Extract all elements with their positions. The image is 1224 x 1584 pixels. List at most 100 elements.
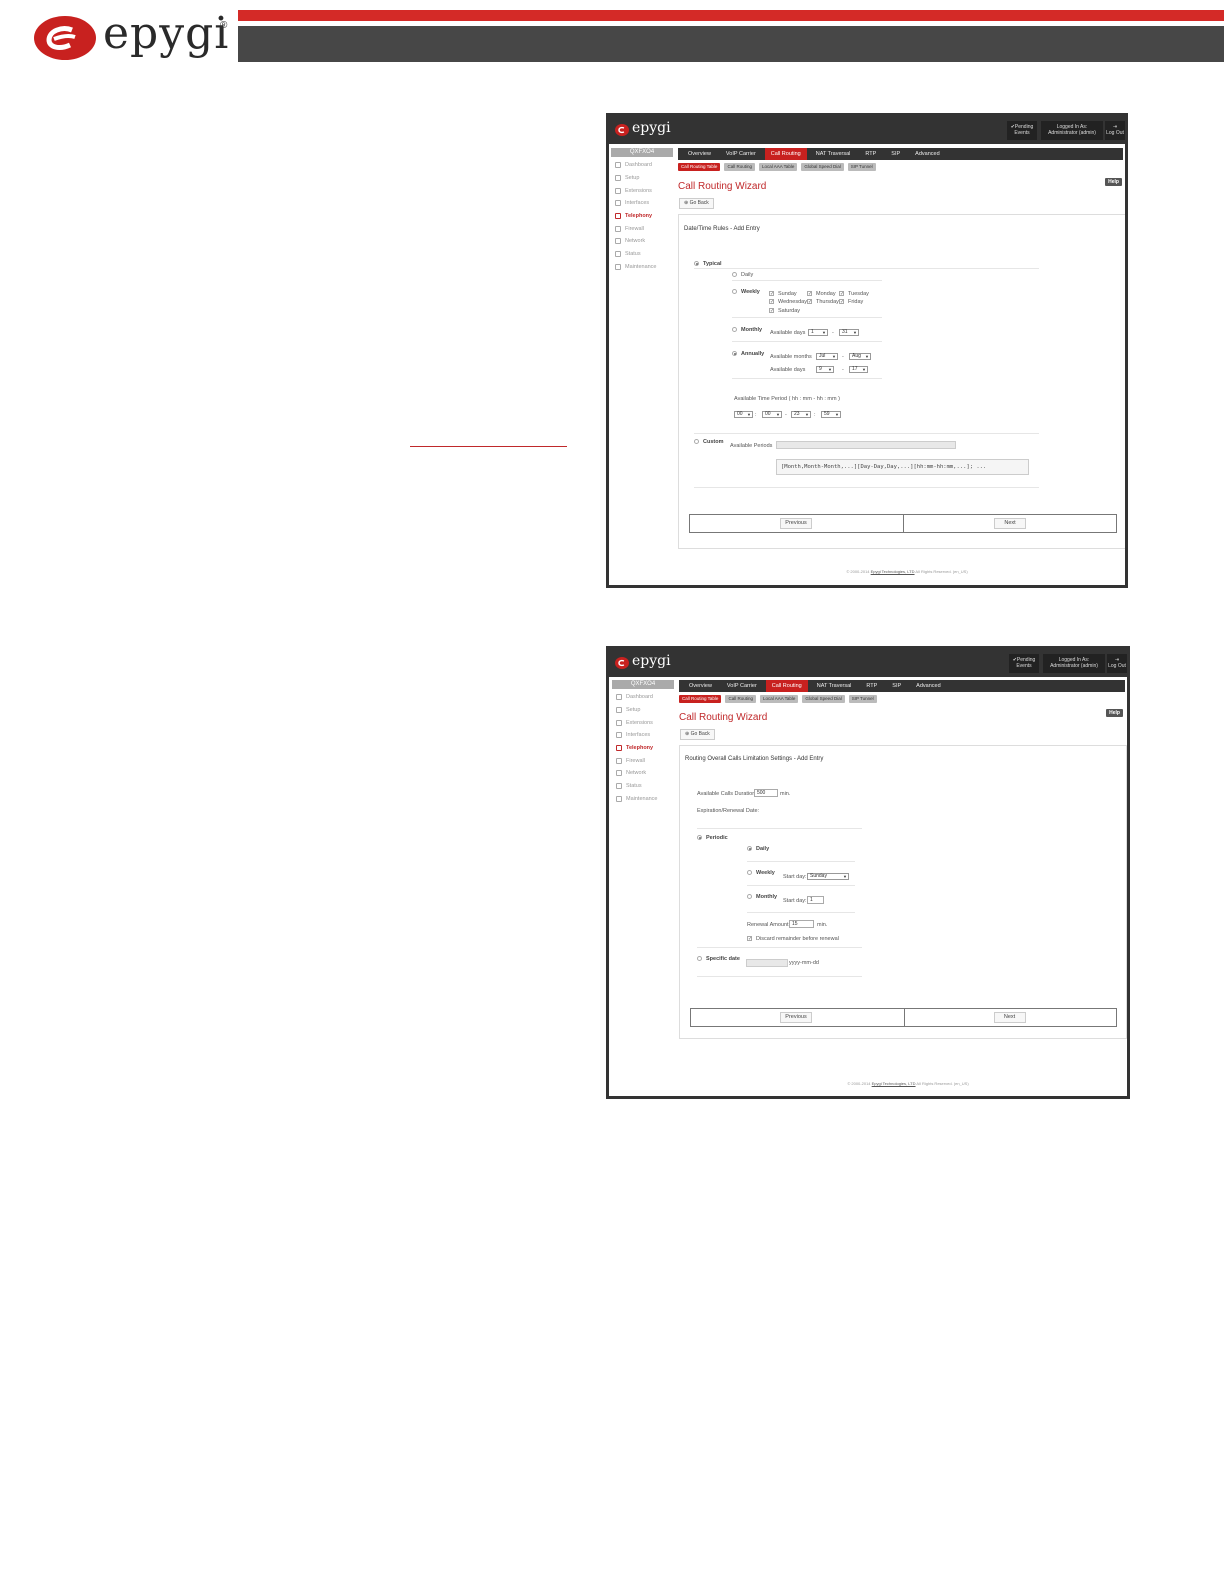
help-button[interactable]: Help bbox=[1106, 709, 1123, 717]
weekly-radio[interactable] bbox=[747, 870, 752, 875]
time-from-hour-select[interactable]: 00 bbox=[734, 411, 753, 418]
sidebar-item-maintenance[interactable]: Maintenance bbox=[611, 261, 673, 274]
next-button[interactable]: Next bbox=[994, 518, 1026, 529]
monthly-day-to-select[interactable]: 31 bbox=[839, 329, 859, 336]
footer-link[interactable]: Epygi Technologies, LTD bbox=[872, 1081, 916, 1086]
sidebar-item-label: Maintenance bbox=[626, 795, 658, 802]
subtab-global-speed-dial[interactable]: Global Speed Dial bbox=[802, 695, 845, 703]
sidebar-item-dashboard[interactable]: Dashboard bbox=[611, 159, 673, 172]
monthly-radio[interactable] bbox=[747, 894, 752, 899]
sidebar-item-telephony[interactable]: Telephony bbox=[611, 210, 673, 223]
sidebar-item-firewall[interactable]: Firewall bbox=[611, 222, 673, 235]
weekly-radio[interactable] bbox=[732, 289, 737, 294]
sidebar-item-firewall[interactable]: Firewall bbox=[612, 754, 674, 767]
pending-events-button[interactable]: ✔Pending Events bbox=[1009, 654, 1039, 673]
previous-button[interactable]: Previous bbox=[780, 518, 812, 529]
typical-radio[interactable] bbox=[694, 261, 699, 266]
available-periods-input[interactable] bbox=[776, 441, 956, 449]
months-from-select[interactable]: Jul bbox=[816, 353, 838, 360]
daily-radio[interactable] bbox=[747, 846, 752, 851]
tab-sip[interactable]: SIP bbox=[886, 680, 907, 692]
pending-events-button[interactable]: ✔Pending Events bbox=[1007, 121, 1037, 140]
time-to-hour-select[interactable]: 23 bbox=[791, 411, 811, 418]
help-button[interactable]: Help bbox=[1105, 178, 1122, 186]
wednesday-checkbox[interactable]: ✓ bbox=[769, 299, 774, 305]
annual-day-to-select[interactable]: 17 bbox=[849, 366, 868, 373]
discard-remainder-checkbox[interactable]: ✓ bbox=[747, 936, 752, 942]
range-dash: - bbox=[842, 354, 844, 360]
subtab-call-routing-table[interactable]: Call Routing Table bbox=[678, 163, 721, 171]
sidebar-item-interfaces[interactable]: Interfaces bbox=[612, 729, 674, 742]
sidebar-item-telephony[interactable]: Telephony bbox=[612, 742, 674, 755]
tab-rtp[interactable]: RTP bbox=[859, 148, 882, 160]
subtab-sip-tunnel[interactable]: SIP Tunnel bbox=[847, 163, 876, 171]
saturday-checkbox[interactable]: ✓ bbox=[769, 308, 774, 314]
sunday-checkbox[interactable]: ✓ bbox=[769, 291, 774, 297]
annually-radio[interactable] bbox=[732, 351, 737, 356]
tab-advanced[interactable]: Advanced bbox=[909, 148, 945, 160]
sidebar-item-status[interactable]: Status bbox=[612, 780, 674, 793]
sidebar-item-interfaces[interactable]: Interfaces bbox=[611, 197, 673, 210]
renewal-amount-label: Renewal Amount: bbox=[747, 922, 791, 928]
footer-link[interactable]: Epygi Technologies, LTD bbox=[871, 569, 915, 574]
sidebar-item-extensions[interactable]: Extensions bbox=[611, 184, 673, 197]
monthly-start-day-input[interactable]: 1 bbox=[807, 896, 824, 904]
subtab-global-speed-dial[interactable]: Global Speed Dial bbox=[801, 163, 844, 171]
sidebar-item-network[interactable]: Network bbox=[612, 767, 674, 780]
sidebar-item-setup[interactable]: Setup bbox=[611, 172, 673, 185]
daily-radio[interactable] bbox=[732, 272, 737, 277]
friday-checkbox[interactable]: ✓ bbox=[839, 299, 844, 305]
tab-rtp[interactable]: RTP bbox=[860, 680, 883, 692]
tuesday-checkbox[interactable]: ✓ bbox=[839, 291, 844, 297]
next-button[interactable]: Next bbox=[993, 1012, 1026, 1023]
time-colon: : bbox=[814, 412, 816, 418]
tab-nat-traversal[interactable]: NAT Traversal bbox=[811, 680, 858, 692]
months-to-select[interactable]: Aug bbox=[849, 353, 871, 360]
logout-button[interactable]: ⇥ Log Out bbox=[1107, 654, 1127, 673]
monday-checkbox[interactable]: ✓ bbox=[807, 291, 812, 297]
previous-button[interactable]: Previous bbox=[780, 1012, 812, 1023]
monthly-day-from-select[interactable]: 1 bbox=[808, 329, 828, 336]
go-back-button[interactable]: ⊕ Go Back bbox=[679, 198, 714, 209]
duration-input[interactable]: 500 bbox=[754, 789, 778, 797]
tab-call-routing[interactable]: Call Routing bbox=[764, 148, 807, 160]
monthly-radio[interactable] bbox=[732, 327, 737, 332]
go-back-button[interactable]: ⊕ Go Back bbox=[680, 729, 715, 740]
available-days-label: Available days bbox=[770, 367, 806, 373]
sidebar: QXFXO4 Dashboard Setup Extensions Interf… bbox=[611, 148, 673, 273]
specific-date-radio[interactable] bbox=[697, 956, 702, 961]
sidebar-item-maintenance[interactable]: Maintenance bbox=[612, 793, 674, 806]
specific-date-input[interactable] bbox=[746, 959, 788, 967]
nav-left: Previous bbox=[690, 515, 903, 532]
subtab-local-aaa-table[interactable]: Local AAA Table bbox=[759, 695, 799, 703]
sidebar-item-dashboard[interactable]: Dashboard bbox=[612, 691, 674, 704]
subtab-call-routing[interactable]: Call Routing bbox=[724, 163, 755, 171]
tab-voip-carrier[interactable]: VoIP Carrier bbox=[720, 148, 762, 160]
annual-day-from-select[interactable]: 9 bbox=[816, 366, 834, 373]
custom-radio[interactable] bbox=[694, 439, 699, 444]
time-to-minute-select[interactable]: 59 bbox=[821, 411, 841, 418]
tab-voip-carrier[interactable]: VoIP Carrier bbox=[721, 680, 763, 692]
renewal-amount-input[interactable]: 15 bbox=[789, 920, 814, 928]
sidebar-item-extensions[interactable]: Extensions bbox=[612, 716, 674, 729]
wizard-panel: Routing Overall Calls Limitation Setting… bbox=[679, 745, 1127, 1039]
subtab-local-aaa-table[interactable]: Local AAA Table bbox=[758, 163, 798, 171]
logout-button[interactable]: ⇥ Log Out bbox=[1105, 121, 1125, 140]
periodic-radio[interactable] bbox=[697, 835, 702, 840]
subtab-call-routing[interactable]: Call Routing bbox=[725, 695, 756, 703]
sidebar-item-setup[interactable]: Setup bbox=[612, 704, 674, 717]
sidebar-item-network[interactable]: Network bbox=[611, 235, 673, 248]
tab-sip[interactable]: SIP bbox=[885, 148, 906, 160]
thursday-checkbox[interactable]: ✓ bbox=[807, 299, 812, 305]
tab-overview[interactable]: Overview bbox=[682, 148, 717, 160]
subtab-call-routing-table[interactable]: Call Routing Table bbox=[679, 695, 722, 703]
time-from-minute-select[interactable]: 00 bbox=[762, 411, 782, 418]
subtab-sip-tunnel[interactable]: SIP Tunnel bbox=[848, 695, 877, 703]
sidebar-item-status[interactable]: Status bbox=[611, 248, 673, 261]
tab-call-routing[interactable]: Call Routing bbox=[765, 680, 808, 692]
tab-advanced[interactable]: Advanced bbox=[910, 680, 946, 692]
tab-overview[interactable]: Overview bbox=[683, 680, 718, 692]
tab-nat-traversal[interactable]: NAT Traversal bbox=[810, 148, 857, 160]
weekly-start-day-select[interactable]: Sunday bbox=[807, 873, 849, 880]
available-days-label: Available days bbox=[770, 330, 806, 336]
